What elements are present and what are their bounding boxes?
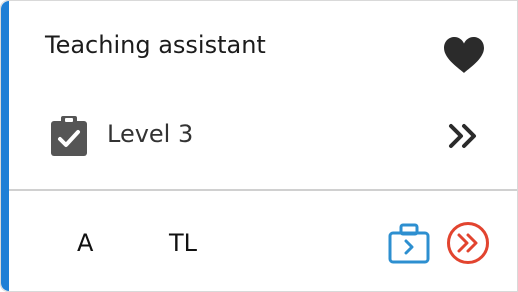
tag-a: A bbox=[77, 229, 94, 257]
circle-double-chevron-icon[interactable] bbox=[446, 221, 490, 265]
job-title: Teaching assistant bbox=[45, 31, 266, 59]
briefcase-arrow-icon[interactable] bbox=[387, 223, 431, 265]
level-row[interactable]: Level 3 bbox=[1, 107, 517, 163]
clipboard-check-icon bbox=[51, 116, 87, 156]
divider bbox=[9, 189, 517, 191]
double-chevron-right-icon[interactable] bbox=[447, 123, 481, 149]
tag-tl: TL bbox=[169, 229, 198, 257]
job-card[interactable]: Teaching assistant Level 3 A TL bbox=[0, 0, 518, 292]
level-label: Level 3 bbox=[107, 120, 194, 148]
heart-icon[interactable] bbox=[442, 35, 486, 75]
